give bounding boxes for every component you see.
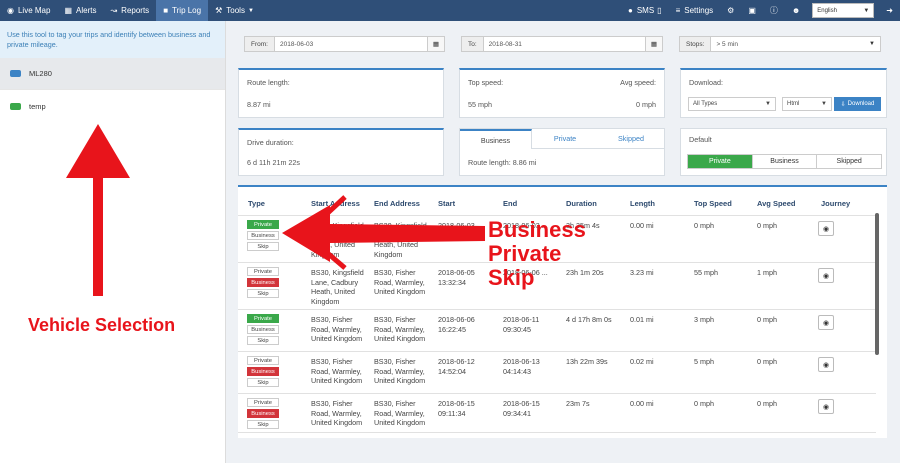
arrow-stroke-upper [316,195,347,224]
annotation-overlay [66,124,485,296]
skip-annotation: Skip [488,265,535,290]
business-annotation: Business [488,217,586,242]
vehicle-selection-arrow [66,124,130,296]
type-tag-arrow [282,205,485,262]
private-annotation: Private [488,241,562,266]
vehicle-selection-annotation: Vehicle Selection [28,315,176,335]
